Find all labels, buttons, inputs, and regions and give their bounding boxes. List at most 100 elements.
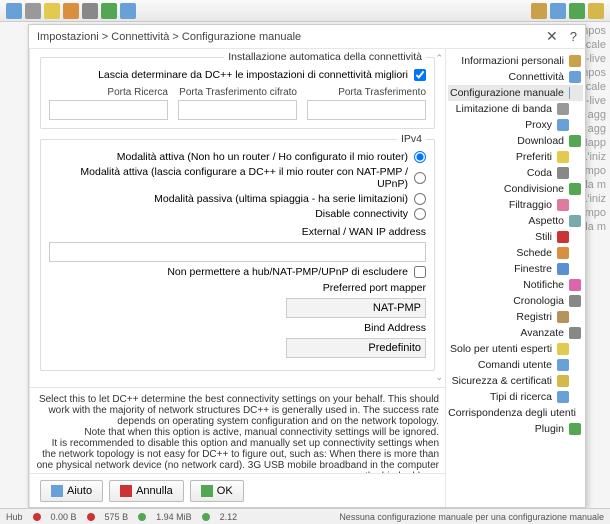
- tree-item[interactable]: Condivisione: [448, 181, 583, 197]
- tree-label: Finestre: [514, 263, 552, 275]
- tree-item[interactable]: Avanzate: [448, 325, 583, 341]
- group-title: Installazione automatica della connettiv…: [224, 51, 426, 63]
- tree-label: Configurazione manuale: [450, 87, 564, 99]
- toolbar-icon[interactable]: [44, 3, 60, 19]
- search-port-input[interactable]: [49, 100, 168, 120]
- toolbar-icon[interactable]: [588, 3, 604, 19]
- tree-icon: [569, 183, 581, 195]
- tree-label: Avanzate: [520, 327, 564, 339]
- toolbar-icon[interactable]: [63, 3, 79, 19]
- tree-label: Proxy: [525, 119, 552, 131]
- tree-item[interactable]: Solo per utenti esperti: [448, 341, 583, 357]
- tree-icon: [557, 199, 569, 211]
- status-dot-icon: [202, 513, 210, 521]
- transfer-port-input[interactable]: [307, 100, 426, 120]
- tree-item[interactable]: Coda: [448, 165, 583, 181]
- tls-port-input[interactable]: [178, 100, 297, 120]
- port-label: Porta Trasferimento cifrato: [179, 87, 297, 98]
- tree-icon: [569, 135, 581, 147]
- tree-icon: [557, 231, 569, 243]
- toolbar-icon[interactable]: [101, 3, 117, 19]
- tree-item[interactable]: Cronologia: [448, 293, 583, 309]
- settings-dialog: ✕ ? Impostazioni > Connettività > Config…: [28, 24, 586, 508]
- tree-item[interactable]: Plugin: [448, 421, 583, 437]
- tree-icon: [569, 215, 581, 227]
- tree-item[interactable]: Comandi utente: [448, 357, 583, 373]
- scroll-up-icon[interactable]: ⌃: [435, 53, 443, 64]
- ext-ip-label: External / WAN IP address: [302, 226, 426, 238]
- bind-address-select[interactable]: [286, 338, 426, 358]
- tree-item[interactable]: Limitazione di banda: [448, 101, 583, 117]
- radio-active-direct[interactable]: Modalità attiva (Non ho un router / Ho c…: [49, 151, 426, 163]
- status-val: 575 B: [105, 512, 129, 522]
- tree-icon: [557, 167, 569, 179]
- radio-active-upnp[interactable]: Modalità attiva (lascia configurare a DC…: [49, 166, 426, 190]
- toolbar-icon[interactable]: [120, 3, 136, 19]
- toolbar-icon[interactable]: [25, 3, 41, 19]
- check-icon: [201, 485, 213, 497]
- tree-label: Connettività: [509, 71, 564, 83]
- dialog-buttons: OK Annulla Aiuto: [30, 473, 445, 507]
- scroll-down-icon[interactable]: ⌄: [435, 372, 443, 383]
- status-dot-icon: [138, 513, 146, 521]
- tree-label: Sicurezza & certificati: [452, 375, 552, 387]
- tree-label: Stili: [535, 231, 552, 243]
- settings-tree[interactable]: Informazioni personali Connettività Config…: [445, 49, 585, 507]
- toolbar-icon[interactable]: [550, 3, 566, 19]
- close-icon[interactable]: ✕: [546, 28, 558, 45]
- tree-icon: [557, 263, 569, 275]
- tree-label: Informazioni personali: [461, 55, 564, 67]
- port-mapper-select[interactable]: [286, 298, 426, 318]
- help-icon[interactable]: ?: [570, 29, 577, 44]
- tree-item[interactable]: Stili: [448, 229, 583, 245]
- no-override-checkbox[interactable]: Non permettere a hub/NAT-PMP/UPnP di esc…: [49, 266, 426, 278]
- tree-item[interactable]: Aspetto: [448, 213, 583, 229]
- external-ip-input[interactable]: [49, 242, 426, 262]
- toolbar-icon[interactable]: [531, 3, 547, 19]
- tree-item[interactable]: Schede: [448, 245, 583, 261]
- tree-item[interactable]: Corrispondenza degli utenti: [448, 405, 583, 421]
- tree-item[interactable]: Informazioni personali: [448, 53, 583, 69]
- tree-item[interactable]: Registri: [448, 309, 583, 325]
- bind-label: Bind Address: [364, 322, 426, 334]
- cancel-button[interactable]: Annulla: [109, 480, 184, 502]
- checkbox-input[interactable]: [414, 69, 426, 81]
- auto-detect-checkbox[interactable]: Lascia determinare da DC++ le impostazio…: [49, 69, 426, 81]
- port-mapper-label: Preferred port mapper: [323, 282, 426, 294]
- radio-disable[interactable]: Disable connectivity: [49, 208, 426, 220]
- tree-icon: [557, 391, 569, 403]
- tree-label: Cronologia: [513, 295, 564, 307]
- tree-item[interactable]: Download: [448, 133, 583, 149]
- tree-icon: [569, 55, 581, 67]
- tree-item[interactable]: Notifiche: [448, 277, 583, 293]
- radio-passive[interactable]: Modalità passiva (ultima spiaggia - ha s…: [49, 193, 426, 205]
- tree-item[interactable]: Sicurezza & certificati: [448, 373, 583, 389]
- tree-item[interactable]: Proxy: [448, 117, 583, 133]
- port-label: Porta Ricerca: [107, 87, 168, 98]
- toolbar-icon[interactable]: [569, 3, 585, 19]
- checkbox-input[interactable]: [414, 266, 426, 278]
- tree-icon: [557, 359, 569, 371]
- tree-item[interactable]: Configurazione manuale: [448, 85, 583, 101]
- toolbar-icon[interactable]: [6, 3, 22, 19]
- main-toolbar: [0, 0, 610, 22]
- tree-label: Solo per utenti esperti: [450, 343, 552, 355]
- tree-item[interactable]: Tipi di ricerca: [448, 389, 583, 405]
- status-val: 1.94 MiB: [156, 512, 192, 522]
- dialog-titlebar: ✕ ? Impostazioni > Connettività > Config…: [29, 25, 585, 49]
- tree-icon: [557, 247, 569, 259]
- toolbar-icon[interactable]: [82, 3, 98, 19]
- tree-item[interactable]: Finestre: [448, 261, 583, 277]
- ok-button[interactable]: OK: [190, 480, 244, 502]
- tree-label: Plugin: [535, 423, 564, 435]
- checkbox-label: Non permettere a hub/NAT-PMP/UPnP di esc…: [167, 266, 408, 278]
- help-button[interactable]: Aiuto: [40, 480, 103, 502]
- tree-icon: [557, 311, 569, 323]
- tree-item[interactable]: Preferiti: [448, 149, 583, 165]
- tree-item[interactable]: Connettività: [448, 69, 583, 85]
- tree-item[interactable]: Filtraggio: [448, 197, 583, 213]
- x-icon: [120, 485, 132, 497]
- question-icon: [51, 485, 63, 497]
- description-box: Select this to let DC++ determine the be…: [30, 387, 445, 473]
- status-hub: Hub: [6, 512, 23, 522]
